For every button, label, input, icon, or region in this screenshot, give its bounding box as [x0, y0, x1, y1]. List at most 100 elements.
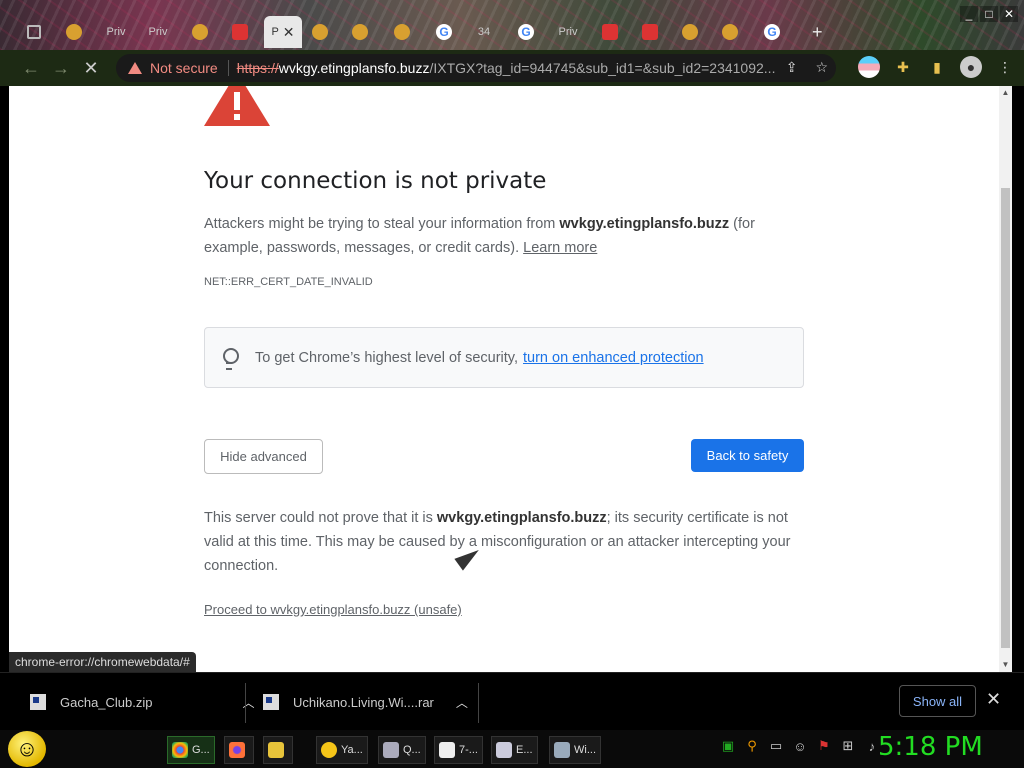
- taskbar-app[interactable]: Q...: [378, 736, 426, 764]
- learn-more-link[interactable]: Learn more: [523, 240, 597, 256]
- system-tray: ▣ ⚲ ▭ ☺ ⚑ ⊞ ♪: [720, 738, 880, 754]
- warning-triangle-icon[interactable]: [128, 62, 142, 74]
- taskbar-chrome[interactable]: G...: [167, 736, 215, 764]
- browser-toolbar: ← → ✕ Not secure https:// wvkgy.etingpla…: [0, 50, 1024, 86]
- tray-app-icon[interactable]: ▣: [720, 738, 736, 754]
- tab[interactable]: [710, 16, 750, 48]
- start-button-smiley-icon[interactable]: ☺: [8, 731, 46, 767]
- scroll-down-arrow-icon[interactable]: ▼: [999, 658, 1012, 672]
- tab-active[interactable]: P ✕: [264, 16, 302, 48]
- divider: [478, 683, 479, 723]
- favicon-icon: [352, 24, 368, 40]
- tab[interactable]: [220, 16, 260, 48]
- tab-search-icon[interactable]: [14, 16, 54, 48]
- window-icon: [496, 742, 512, 758]
- bookmark-star-icon[interactable]: ☆: [815, 59, 828, 76]
- tab[interactable]: G: [424, 16, 464, 48]
- taskbar-explorer[interactable]: [263, 736, 293, 764]
- taskbar-label: Ya...: [341, 744, 363, 756]
- profile-avatar-icon[interactable]: ●: [960, 56, 982, 78]
- favicon-icon: [312, 24, 328, 40]
- download-item[interactable]: Uchikano.Living.Wi....rar ︿: [263, 683, 468, 721]
- stop-loading-icon[interactable]: ✕: [76, 53, 106, 83]
- close-window-button[interactable]: ✕: [1000, 6, 1018, 22]
- main-message: Attackers might be trying to steal your …: [204, 212, 814, 260]
- not-secure-label[interactable]: Not secure: [150, 60, 218, 76]
- menu-kebab-icon[interactable]: ⋮: [994, 56, 1016, 78]
- page-scrollbar[interactable]: ▲ ▼: [999, 86, 1012, 672]
- google-icon: G: [518, 24, 534, 40]
- folder-tray-icon[interactable]: ▭: [768, 738, 784, 754]
- advanced-details: This server could not prove that it is w…: [204, 506, 814, 578]
- extensions-puzzle-icon[interactable]: ✚: [892, 56, 914, 78]
- tab[interactable]: [340, 16, 380, 48]
- folder-icon: [268, 742, 284, 758]
- sidepanel-icon[interactable]: ▮: [926, 56, 948, 78]
- security-flag-icon[interactable]: ⚑: [816, 738, 832, 754]
- taskbar-firefox[interactable]: [224, 736, 254, 764]
- back-to-safety-button[interactable]: Back to safety: [691, 439, 804, 472]
- maximize-button[interactable]: □: [980, 6, 998, 22]
- tab[interactable]: [300, 16, 340, 48]
- scroll-up-arrow-icon[interactable]: ▲: [999, 86, 1012, 100]
- taskbar-app[interactable]: Wi...: [549, 736, 601, 764]
- computer-icon: [554, 742, 570, 758]
- url-path: /IXTGX?tag_id=944745&sub_id1=&sub_id2=23…: [429, 60, 776, 76]
- minimize-button[interactable]: _: [960, 6, 978, 22]
- download-filename: Gacha_Club.zip: [60, 694, 153, 710]
- page-title: Your connection is not private: [204, 168, 547, 194]
- extension-flag-icon[interactable]: [858, 56, 880, 78]
- tab[interactable]: Priv: [548, 16, 588, 48]
- taskbar-7zip[interactable]: 7-...: [434, 736, 483, 764]
- tab[interactable]: [180, 16, 220, 48]
- tab[interactable]: 34: [464, 16, 504, 48]
- tab[interactable]: Priv: [138, 16, 178, 48]
- taskbar-label: E...: [516, 744, 533, 756]
- toolbar-right: ✚ ▮ ● ⋮: [858, 56, 1016, 78]
- tab[interactable]: [54, 16, 94, 48]
- taskbar: ☺ G... Ya... Q... 7-... E... Wi... ▣ ⚲ ▭…: [0, 730, 1024, 768]
- enhanced-protection-box: To get Chrome’s highest level of securit…: [204, 327, 804, 388]
- taskbar-clock[interactable]: 5:18 PM: [878, 732, 983, 762]
- gmail-icon: [232, 24, 248, 40]
- tab-label: Priv: [106, 26, 126, 38]
- forward-arrow-icon[interactable]: →: [46, 53, 76, 83]
- share-icon[interactable]: ⇪: [786, 59, 798, 76]
- tab-close-icon[interactable]: ✕: [283, 24, 295, 41]
- divider: [245, 683, 246, 723]
- error-warning-icon: [204, 86, 270, 126]
- close-shelf-icon[interactable]: ✕: [986, 689, 1001, 710]
- 7zip-icon: [439, 742, 455, 758]
- taskbar-app[interactable]: E...: [491, 736, 538, 764]
- scrollbar-thumb[interactable]: [1001, 188, 1010, 648]
- google-icon: G: [764, 24, 780, 40]
- tab[interactable]: [382, 16, 422, 48]
- taskbar-label: G...: [192, 744, 210, 756]
- hide-advanced-button[interactable]: Hide advanced: [204, 439, 323, 474]
- emoji-tray-icon[interactable]: ☺: [792, 738, 808, 754]
- download-item[interactable]: Gacha_Club.zip ︿: [30, 683, 255, 721]
- download-filename: Uchikano.Living.Wi....rar: [293, 694, 434, 710]
- proceed-unsafe-link[interactable]: Proceed to wvkgy.etingplansfo.buzz (unsa…: [204, 602, 462, 617]
- tab-label: P: [271, 26, 279, 38]
- tab[interactable]: [670, 16, 710, 48]
- tab[interactable]: G: [752, 16, 792, 48]
- network-icon[interactable]: ⊞: [840, 738, 856, 754]
- omnibox-actions: ⇪ ☆: [786, 59, 828, 76]
- chevron-up-icon[interactable]: ︿: [456, 694, 468, 711]
- tab[interactable]: Priv: [96, 16, 136, 48]
- tab-label: Priv: [558, 26, 578, 38]
- tab[interactable]: G: [506, 16, 546, 48]
- show-all-downloads-button[interactable]: Show all: [899, 685, 976, 717]
- favicon-icon: [602, 24, 618, 40]
- enhanced-protection-text: To get Chrome’s highest level of securit…: [255, 349, 519, 366]
- search-icon[interactable]: ⚲: [744, 738, 760, 754]
- tab[interactable]: [630, 16, 670, 48]
- taskbar-app[interactable]: Ya...: [316, 736, 368, 764]
- address-bar[interactable]: Not secure https:// wvkgy.etingplansfo.b…: [116, 54, 836, 82]
- new-tab-button[interactable]: +: [812, 22, 823, 43]
- message-text: Attackers might be trying to steal your …: [204, 216, 560, 232]
- back-arrow-icon[interactable]: ←: [16, 53, 46, 83]
- tab[interactable]: [590, 16, 630, 48]
- enhanced-protection-link[interactable]: turn on enhanced protection: [523, 350, 704, 366]
